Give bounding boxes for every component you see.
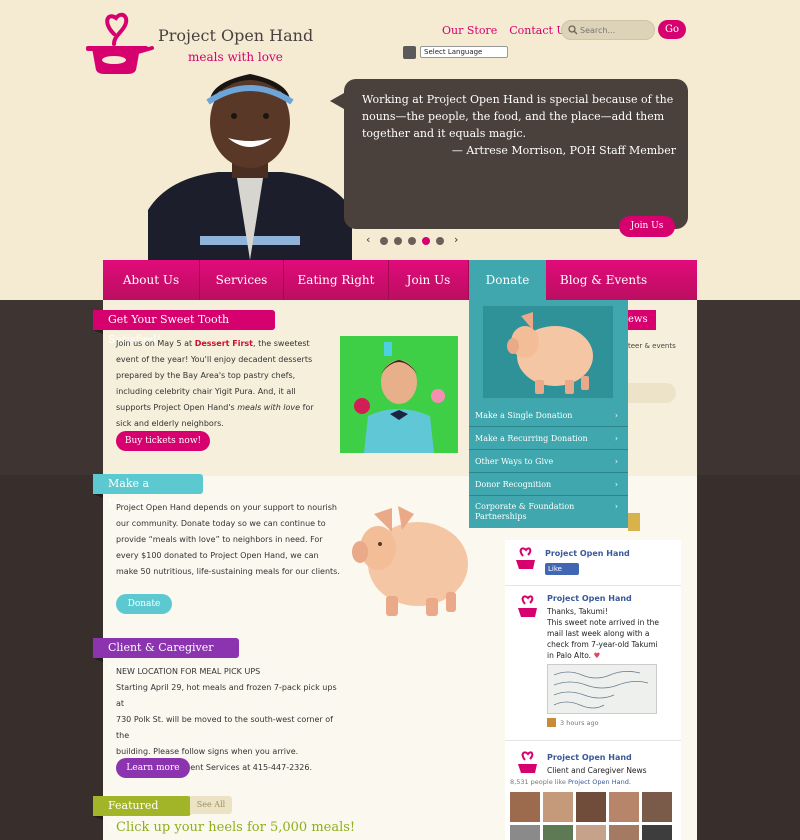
fan-avatar[interactable] xyxy=(576,825,606,840)
hero-quote: Working at Project Open Hand is special … xyxy=(330,79,688,229)
fan-avatar[interactable] xyxy=(510,825,540,840)
chevron-right-icon: › xyxy=(614,457,618,466)
handwriting-scribble xyxy=(553,671,649,709)
nav-eating-right[interactable]: Eating Right xyxy=(284,260,389,300)
events-text-tail: teer & events xyxy=(628,342,676,350)
fan-avatar[interactable] xyxy=(543,825,573,840)
quote-author: — Artrese Morrison, POH Staff Member xyxy=(451,144,676,157)
carousel-pager: ‹ › xyxy=(366,233,466,247)
quote-text: Working at Project Open Hand is special … xyxy=(362,93,674,140)
fan-avatar[interactable] xyxy=(642,825,672,840)
dropdown-piggy-image xyxy=(483,306,613,398)
search-box[interactable] xyxy=(561,20,655,40)
make-donation-heading: Make a Donation xyxy=(93,474,203,510)
client-news-heading: Client & Caregiver News xyxy=(93,638,239,674)
search-icon xyxy=(568,25,578,35)
sweet-tooth-heading: Get Your Sweet Tooth Satisfied! xyxy=(93,310,275,346)
staff-member-portrait xyxy=(148,74,352,260)
dd-single-donation[interactable]: Make a Single Donation › xyxy=(469,405,628,427)
project-open-hand-logo-icon xyxy=(518,751,537,773)
dd-donor-recognition[interactable]: Donor Recognition › xyxy=(469,474,628,496)
carousel-dot-1[interactable] xyxy=(380,237,388,245)
dd-other-ways[interactable]: Other Ways to Give › xyxy=(469,451,628,473)
chevron-right-icon: › xyxy=(614,434,618,443)
main-nav: About Us Services Eating Right Join Us D… xyxy=(103,260,697,300)
cooking-pot-heart-icon xyxy=(86,12,154,74)
fb-page-name[interactable]: Project Open Hand xyxy=(545,549,630,558)
dd-corporate-partnerships[interactable]: Corporate & Foundation Partnerships › xyxy=(469,497,628,527)
language-select[interactable]: Select Language xyxy=(420,46,508,58)
translate-icon xyxy=(403,46,416,59)
piggy-bank-image xyxy=(352,506,468,616)
nav-join-us[interactable]: Join Us xyxy=(389,260,469,300)
chevron-right-icon: › xyxy=(614,411,618,420)
fb-post-text: Thanks, Takumi! This sweet note arrived … xyxy=(547,607,660,660)
featured-news-heading: Featured News xyxy=(93,796,191,832)
nav-donate[interactable]: Donate xyxy=(469,260,546,300)
photo-icon xyxy=(547,718,556,727)
buy-tickets-button[interactable]: Buy tickets now! xyxy=(116,431,210,451)
gold-ribbon-tail xyxy=(628,513,640,531)
next-slide-icon[interactable]: › xyxy=(454,233,458,246)
news-ribbon-tail: ews xyxy=(628,310,656,330)
project-open-hand-logo-icon xyxy=(518,595,537,617)
dd-recurring-donation[interactable]: Make a Recurring Donation › xyxy=(469,428,628,450)
facebook-widget: Project Open Hand Like Project Open Hand… xyxy=(505,540,681,840)
carousel-dot-5[interactable] xyxy=(436,237,444,245)
fb-post-2-author[interactable]: Project Open Hand xyxy=(547,753,632,762)
featured-headline[interactable]: Click up your heels for 5,000 meals! xyxy=(116,820,355,835)
fan-avatar[interactable] xyxy=(609,825,639,840)
carousel-dot-4-active[interactable] xyxy=(422,237,430,245)
fb-post-time[interactable]: 3 hours ago xyxy=(560,719,599,727)
previous-slide-icon[interactable]: ‹ xyxy=(366,233,370,246)
carousel-dot-2[interactable] xyxy=(394,237,402,245)
fb-like-button[interactable]: Like xyxy=(545,563,579,575)
nav-services[interactable]: Services xyxy=(200,260,284,300)
handwritten-note-image[interactable] xyxy=(547,664,657,714)
donation-text: Project Open Hand depends on your suppor… xyxy=(116,503,340,576)
nav-about-us[interactable]: About Us xyxy=(103,260,200,300)
go-button[interactable]: Go xyxy=(658,20,686,39)
dessert-first-link[interactable]: Dessert First xyxy=(195,339,253,348)
fb-like-label: Like xyxy=(548,565,562,573)
carousel-dot-3[interactable] xyxy=(408,237,416,245)
our-store-link[interactable]: Our Store xyxy=(442,24,497,37)
learn-more-button[interactable]: Learn more xyxy=(116,758,190,778)
fan-avatar[interactable] xyxy=(642,792,672,822)
fan-avatar[interactable] xyxy=(576,792,606,822)
search-input[interactable] xyxy=(580,23,650,38)
fb-post-2-text: Client and Caregiver News xyxy=(547,766,647,775)
fan-avatar[interactable] xyxy=(609,792,639,822)
nav-blog-events[interactable]: Blog & Events xyxy=(546,260,661,300)
brand-name: Project Open Hand xyxy=(158,26,314,45)
donate-button[interactable]: Donate xyxy=(116,594,172,614)
donate-dropdown-menu: Make a Single Donation › Make a Recurring… xyxy=(469,300,628,528)
sweet-tooth-text: Join us on May 5 at Dessert First, the s… xyxy=(116,339,314,428)
chevron-right-icon: › xyxy=(614,502,618,511)
signup-input-tail[interactable] xyxy=(628,383,676,403)
fb-post-author[interactable]: Project Open Hand xyxy=(547,594,632,603)
piggy-bank-icon xyxy=(507,312,593,394)
chevron-right-icon: › xyxy=(614,480,618,489)
project-open-hand-logo-icon xyxy=(516,547,535,569)
dessert-chef-photo xyxy=(340,336,458,453)
join-us-button[interactable]: Join Us xyxy=(619,216,675,237)
fb-fan-faces xyxy=(510,792,676,840)
fan-avatar[interactable] xyxy=(510,792,540,822)
heart-icon: ♥ xyxy=(593,651,601,660)
chef-illustration xyxy=(354,342,445,453)
hero-photo xyxy=(148,60,352,260)
fan-avatar[interactable] xyxy=(543,792,573,822)
fb-likes-count: 8,531 people like Project Open Hand. xyxy=(510,778,631,786)
see-all-link[interactable]: See All xyxy=(190,796,232,814)
